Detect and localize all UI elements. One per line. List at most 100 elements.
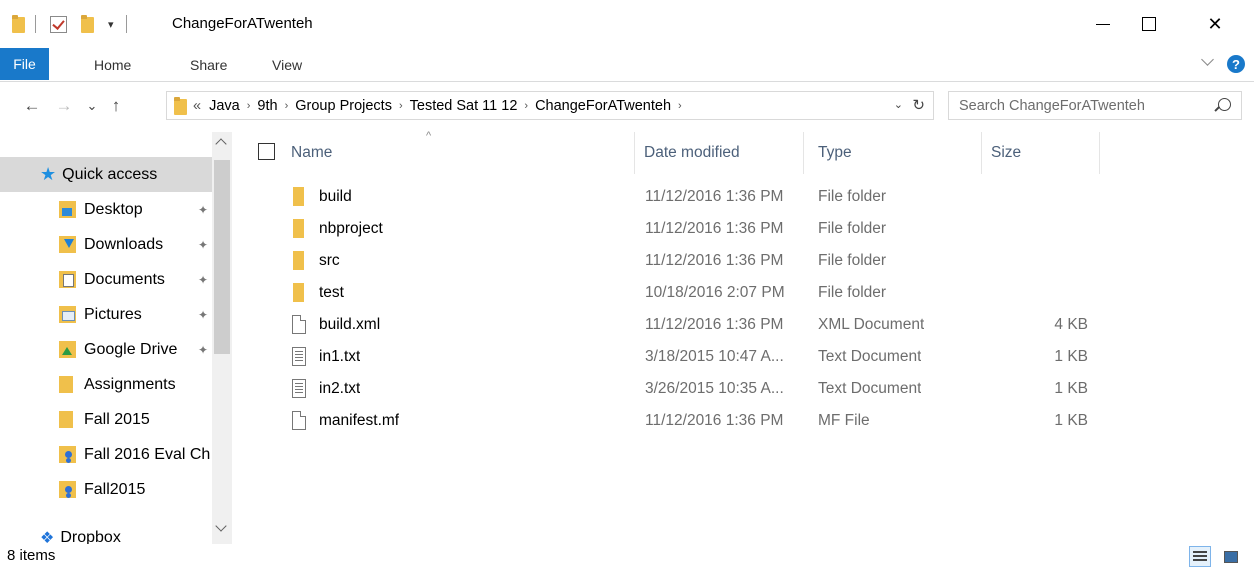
minimize-icon: [1096, 23, 1110, 25]
search-icon[interactable]: [1218, 98, 1231, 111]
file-icon: [292, 315, 306, 334]
column-header-label: Size: [991, 144, 1022, 161]
file-type: File folder: [818, 284, 887, 301]
file-row[interactable]: manifest.mf 11/12/2016 1:36 PM MF File 1…: [240, 405, 1100, 437]
customize-toolbar-dropdown-icon[interactable]: ▾: [108, 18, 114, 31]
sidebar-item-google-drive[interactable]: Google Drive ✦: [0, 332, 212, 367]
up-button[interactable]: ↑: [105, 93, 127, 119]
breadcrumb-separator-icon[interactable]: ›: [247, 100, 251, 112]
sidebar-item-label: Dropbox: [60, 528, 121, 545]
address-history-dropdown-icon[interactable]: ⌄: [894, 98, 903, 111]
pin-icon[interactable]: ✦: [198, 343, 208, 357]
file-row[interactable]: build.xml 11/12/2016 1:36 PM XML Documen…: [240, 309, 1100, 341]
refresh-icon[interactable]: ↻: [912, 96, 925, 114]
breadcrumb-java[interactable]: Java: [209, 98, 240, 114]
breadcrumb-separator-icon[interactable]: ›: [524, 100, 528, 112]
sidebar-item-documents[interactable]: Documents ✦: [0, 262, 212, 297]
pin-icon[interactable]: ✦: [198, 203, 208, 217]
search-box[interactable]: [948, 91, 1242, 120]
breadcrumb-9th[interactable]: 9th: [257, 98, 277, 114]
maximize-button[interactable]: [1126, 0, 1172, 48]
tab-view[interactable]: View: [272, 52, 302, 78]
file-date: 11/12/2016 1:36 PM: [645, 412, 784, 429]
file-type: XML Document: [818, 316, 925, 333]
file-date: 11/12/2016 1:36 PM: [645, 316, 784, 333]
sidebar-item-downloads[interactable]: Downloads ✦: [0, 227, 212, 262]
close-button[interactable]: ✕: [1192, 0, 1238, 48]
pin-icon[interactable]: ✦: [198, 238, 208, 252]
column-header-size[interactable]: Size: [983, 132, 1100, 174]
sidebar-item-fall-2016-eval[interactable]: Fall 2016 Eval Ch: [0, 437, 212, 472]
large-icons-view-button[interactable]: [1220, 546, 1242, 567]
sidebar-item-label: Quick access: [62, 165, 158, 183]
sidebar-item-dropbox[interactable]: ❖ Dropbox: [0, 520, 212, 545]
column-header-name[interactable]: Name: [283, 132, 635, 174]
file-row[interactable]: in2.txt 3/26/2015 10:35 A... Text Docume…: [240, 373, 1100, 405]
select-all-checkbox[interactable]: [258, 143, 275, 160]
file-row[interactable]: test 10/18/2016 2:07 PM File folder: [240, 277, 1100, 309]
sidebar-item-quick-access[interactable]: ★ Quick access: [0, 157, 212, 192]
breadcrumb-current-folder[interactable]: ChangeForATwenteh: [535, 98, 671, 114]
file-row[interactable]: in1.txt 3/18/2015 10:47 A... Text Docume…: [240, 341, 1100, 373]
sidebar-item-label: Desktop: [84, 200, 143, 218]
breadcrumb-separator-icon[interactable]: ›: [399, 100, 403, 112]
breadcrumb-group-projects[interactable]: Group Projects: [295, 98, 392, 114]
file-type: Text Document: [818, 348, 922, 365]
properties-icon[interactable]: [50, 15, 67, 33]
pin-icon[interactable]: ✦: [198, 308, 208, 322]
file-date: 3/18/2015 10:47 A...: [645, 348, 784, 365]
file-size: 1 KB: [1054, 412, 1088, 429]
search-input[interactable]: [959, 97, 1209, 114]
tab-share[interactable]: Share: [190, 52, 227, 78]
folder-icon: [174, 96, 187, 115]
window-title: ChangeForATwenteh: [172, 15, 313, 32]
star-icon: ★: [40, 164, 57, 184]
file-size: 1 KB: [1054, 380, 1088, 397]
shared-folder-icon: [59, 446, 76, 463]
navigation-pane: ★ Quick access Desktop ✦ Downloads ✦ Doc…: [0, 132, 232, 544]
file-name: build: [319, 188, 352, 205]
navigation-pane-scrollbar[interactable]: [212, 132, 232, 544]
help-button[interactable]: ?: [1227, 55, 1245, 73]
scroll-up-icon[interactable]: [215, 138, 227, 150]
breadcrumb-separator-icon[interactable]: ›: [678, 100, 682, 112]
column-header-label: Name: [291, 144, 333, 161]
sidebar-item-fall2015[interactable]: Fall2015: [0, 472, 212, 507]
scrollbar-thumb[interactable]: [214, 160, 230, 354]
file-icon: [292, 411, 306, 430]
address-bar[interactable]: « Java › 9th › Group Projects › Tested S…: [166, 91, 934, 120]
recent-locations-button[interactable]: ⌄: [81, 93, 103, 119]
sidebar-item-pictures[interactable]: Pictures ✦: [0, 297, 212, 332]
sidebar-item-label: Downloads: [84, 235, 164, 253]
desktop-folder-icon: [59, 201, 76, 218]
breadcrumb-separator-icon[interactable]: ›: [285, 100, 289, 112]
file-row[interactable]: nbproject 11/12/2016 1:36 PM File folder: [240, 213, 1100, 245]
column-header-type[interactable]: Type: [810, 132, 982, 174]
file-row[interactable]: build 11/12/2016 1:36 PM File folder: [240, 181, 1100, 213]
minimize-button[interactable]: [1080, 0, 1126, 48]
column-header-label: Type: [818, 144, 852, 161]
breadcrumb-overflow[interactable]: «: [193, 98, 201, 114]
new-folder-icon[interactable]: [81, 15, 94, 33]
forward-button[interactable]: →: [53, 93, 75, 119]
file-date: 11/12/2016 1:36 PM: [645, 252, 784, 269]
expand-ribbon-button[interactable]: [1201, 53, 1214, 66]
text-file-icon: [292, 347, 306, 366]
sidebar-item-fall-2015[interactable]: Fall 2015: [0, 402, 212, 437]
file-size: 1 KB: [1054, 348, 1088, 365]
back-button[interactable]: ←: [21, 93, 43, 119]
pin-icon[interactable]: ✦: [198, 273, 208, 287]
column-header-date-modified[interactable]: Date modified: [636, 132, 804, 174]
scroll-down-icon[interactable]: [215, 520, 227, 532]
file-type: File folder: [818, 252, 887, 269]
breadcrumb-tested-sat[interactable]: Tested Sat 11 12: [410, 98, 518, 114]
details-view-button[interactable]: [1189, 546, 1211, 567]
folder-icon: [293, 219, 304, 238]
tab-file[interactable]: File: [0, 48, 49, 80]
file-row[interactable]: src 11/12/2016 1:36 PM File folder: [240, 245, 1100, 277]
tab-home[interactable]: Home: [94, 52, 131, 78]
back-arrow-icon: ←: [23, 96, 41, 115]
sidebar-item-desktop[interactable]: Desktop ✦: [0, 192, 212, 227]
file-date: 3/26/2015 10:35 A...: [645, 380, 784, 397]
sidebar-item-assignments[interactable]: Assignments: [0, 367, 212, 402]
